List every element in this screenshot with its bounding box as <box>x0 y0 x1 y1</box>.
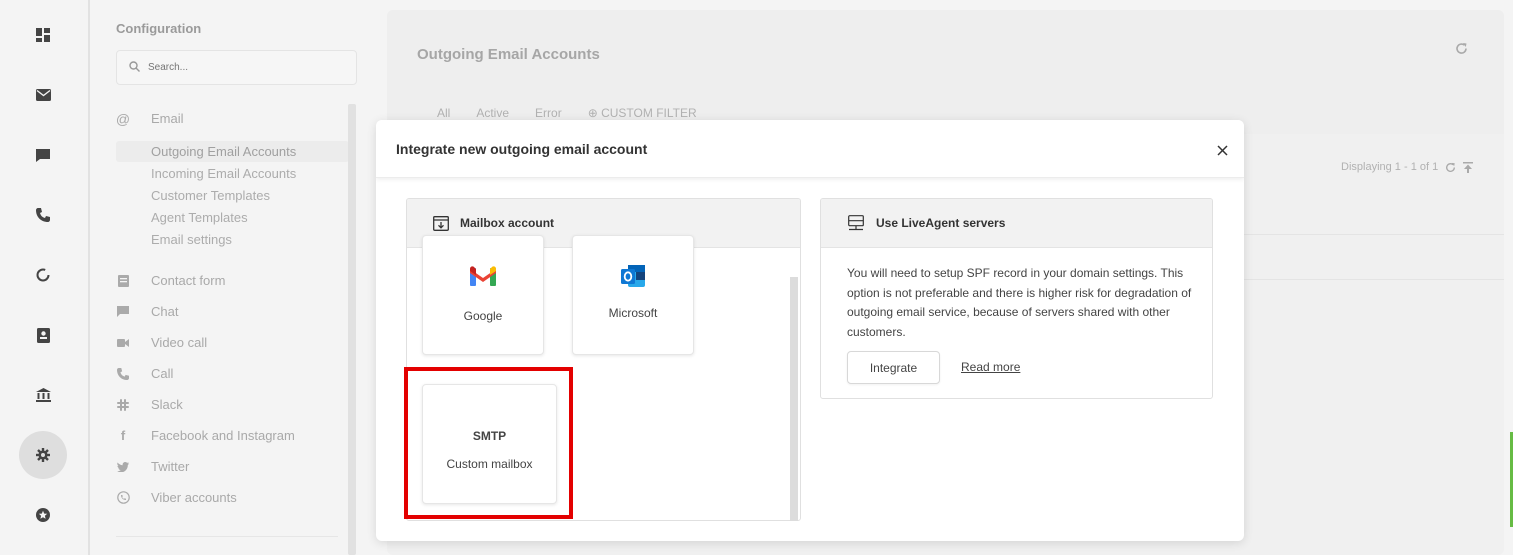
sidebar-item-email-settings[interactable]: Email settings <box>116 229 349 250</box>
mailbox-scrollbar[interactable] <box>790 277 798 521</box>
search-input[interactable] <box>148 62 328 73</box>
smtp-highlight-box <box>404 367 573 519</box>
sidebar-item-twitter[interactable]: Twitter <box>116 459 189 474</box>
configuration-sidebar: Configuration @ Email Outgoing Email Acc… <box>90 0 368 555</box>
microsoft-tile[interactable]: Microsoft <box>572 235 694 355</box>
sidebar-item-label: Call <box>151 366 174 381</box>
sidebar-item-agent-templates[interactable]: Agent Templates <box>116 207 349 228</box>
custom-filter-button[interactable]: ⊕ CUSTOM FILTER <box>588 106 697 120</box>
chat-icon[interactable] <box>26 138 60 172</box>
scroll-top-icon[interactable] <box>1463 161 1474 173</box>
sidebar-item-outgoing-email-accounts[interactable]: Outgoing Email Accounts <box>116 141 349 162</box>
modal-header: Integrate new outgoing email account <box>376 120 1244 178</box>
integrate-button[interactable]: Integrate <box>847 351 940 384</box>
at-sign-icon: @ <box>115 110 131 127</box>
sidebar-item-contact-form[interactable]: Contact form <box>116 273 225 288</box>
refresh-icon[interactable] <box>1455 42 1468 60</box>
liveagent-card-header: Use LiveAgent servers <box>821 199 1212 248</box>
inbox-download-icon <box>433 215 449 231</box>
mail-icon[interactable] <box>26 78 60 112</box>
config-search[interactable] <box>116 50 357 85</box>
twitter-icon <box>116 460 130 474</box>
sidebar-item-label: Facebook and Instagram <box>151 428 295 443</box>
facebook-icon: f <box>120 428 126 443</box>
mailbox-card-title: Mailbox account <box>460 216 555 230</box>
page-title: Outgoing Email Accounts <box>417 46 600 63</box>
activity-icon[interactable] <box>26 258 60 292</box>
phone-icon <box>116 367 130 381</box>
company-icon[interactable] <box>26 378 60 412</box>
filter-all[interactable]: All <box>437 106 450 120</box>
video-icon <box>116 336 130 350</box>
modal-title: Integrate new outgoing email account <box>396 141 648 157</box>
main-header: Outgoing Email Accounts All Active Error… <box>387 10 1504 134</box>
sidebar-item-label: Video call <box>151 335 208 350</box>
filter-active[interactable]: Active <box>476 106 509 120</box>
settings-gear-icon[interactable] <box>19 431 67 479</box>
sidebar-item-label: Contact form <box>151 273 226 288</box>
config-title: Configuration <box>116 21 202 36</box>
liveagent-description: You will need to setup SPF record in you… <box>847 266 1192 339</box>
viber-icon <box>116 491 130 505</box>
sidebar-group-email[interactable]: @ Email <box>115 110 184 127</box>
displaying-count: Displaying 1 - 1 of 1 <box>1341 161 1439 173</box>
slack-icon <box>116 398 130 412</box>
sidebar-item-slack[interactable]: Slack <box>116 397 183 412</box>
sidebar-scrollbar[interactable] <box>348 104 356 555</box>
sidebar-item-facebook-instagram[interactable]: f Facebook and Instagram <box>116 428 295 443</box>
sidebar-item-chat[interactable]: Chat <box>116 304 178 319</box>
sidebar-divider <box>116 536 338 537</box>
sidebar-item-viber[interactable]: Viber accounts <box>116 490 237 505</box>
form-icon <box>116 274 130 288</box>
gmail-icon <box>470 266 496 291</box>
close-icon[interactable] <box>1212 140 1232 160</box>
sidebar-item-video-call[interactable]: Video call <box>116 335 207 350</box>
microsoft-label: Microsoft <box>608 306 658 320</box>
liveagent-card-title: Use LiveAgent servers <box>876 216 1006 230</box>
dashboard-icon[interactable] <box>26 18 60 52</box>
sidebar-group-label: Email <box>151 111 184 126</box>
sidebar-item-label: Chat <box>151 304 179 319</box>
outlook-icon <box>621 265 645 293</box>
filter-error[interactable]: Error <box>535 106 562 120</box>
sidebar-item-incoming-email-accounts[interactable]: Incoming Email Accounts <box>116 163 349 184</box>
sidebar-item-label: Viber accounts <box>151 490 237 505</box>
star-icon[interactable] <box>26 498 60 532</box>
sidebar-item-call[interactable]: Call <box>116 366 173 381</box>
chat-icon <box>116 305 130 319</box>
contacts-icon[interactable] <box>26 318 60 352</box>
refresh-icon[interactable] <box>1445 162 1456 173</box>
filter-tabs: All Active Error ⊕ CUSTOM FILTER <box>437 106 723 120</box>
icon-rail <box>0 0 88 555</box>
sidebar-item-label: Slack <box>151 397 183 412</box>
pagination-info: Displaying 1 - 1 of 1 <box>1341 161 1474 173</box>
search-icon <box>129 59 140 77</box>
server-icon <box>847 215 865 231</box>
liveagent-servers-card: Use LiveAgent servers You will need to s… <box>820 198 1213 399</box>
read-more-link[interactable]: Read more <box>961 360 1020 374</box>
phone-icon[interactable] <box>26 198 60 232</box>
google-tile[interactable]: Google <box>422 235 544 355</box>
google-label: Google <box>463 309 503 323</box>
sidebar-item-label: Twitter <box>151 459 190 474</box>
sidebar-item-customer-templates[interactable]: Customer Templates <box>116 185 349 206</box>
